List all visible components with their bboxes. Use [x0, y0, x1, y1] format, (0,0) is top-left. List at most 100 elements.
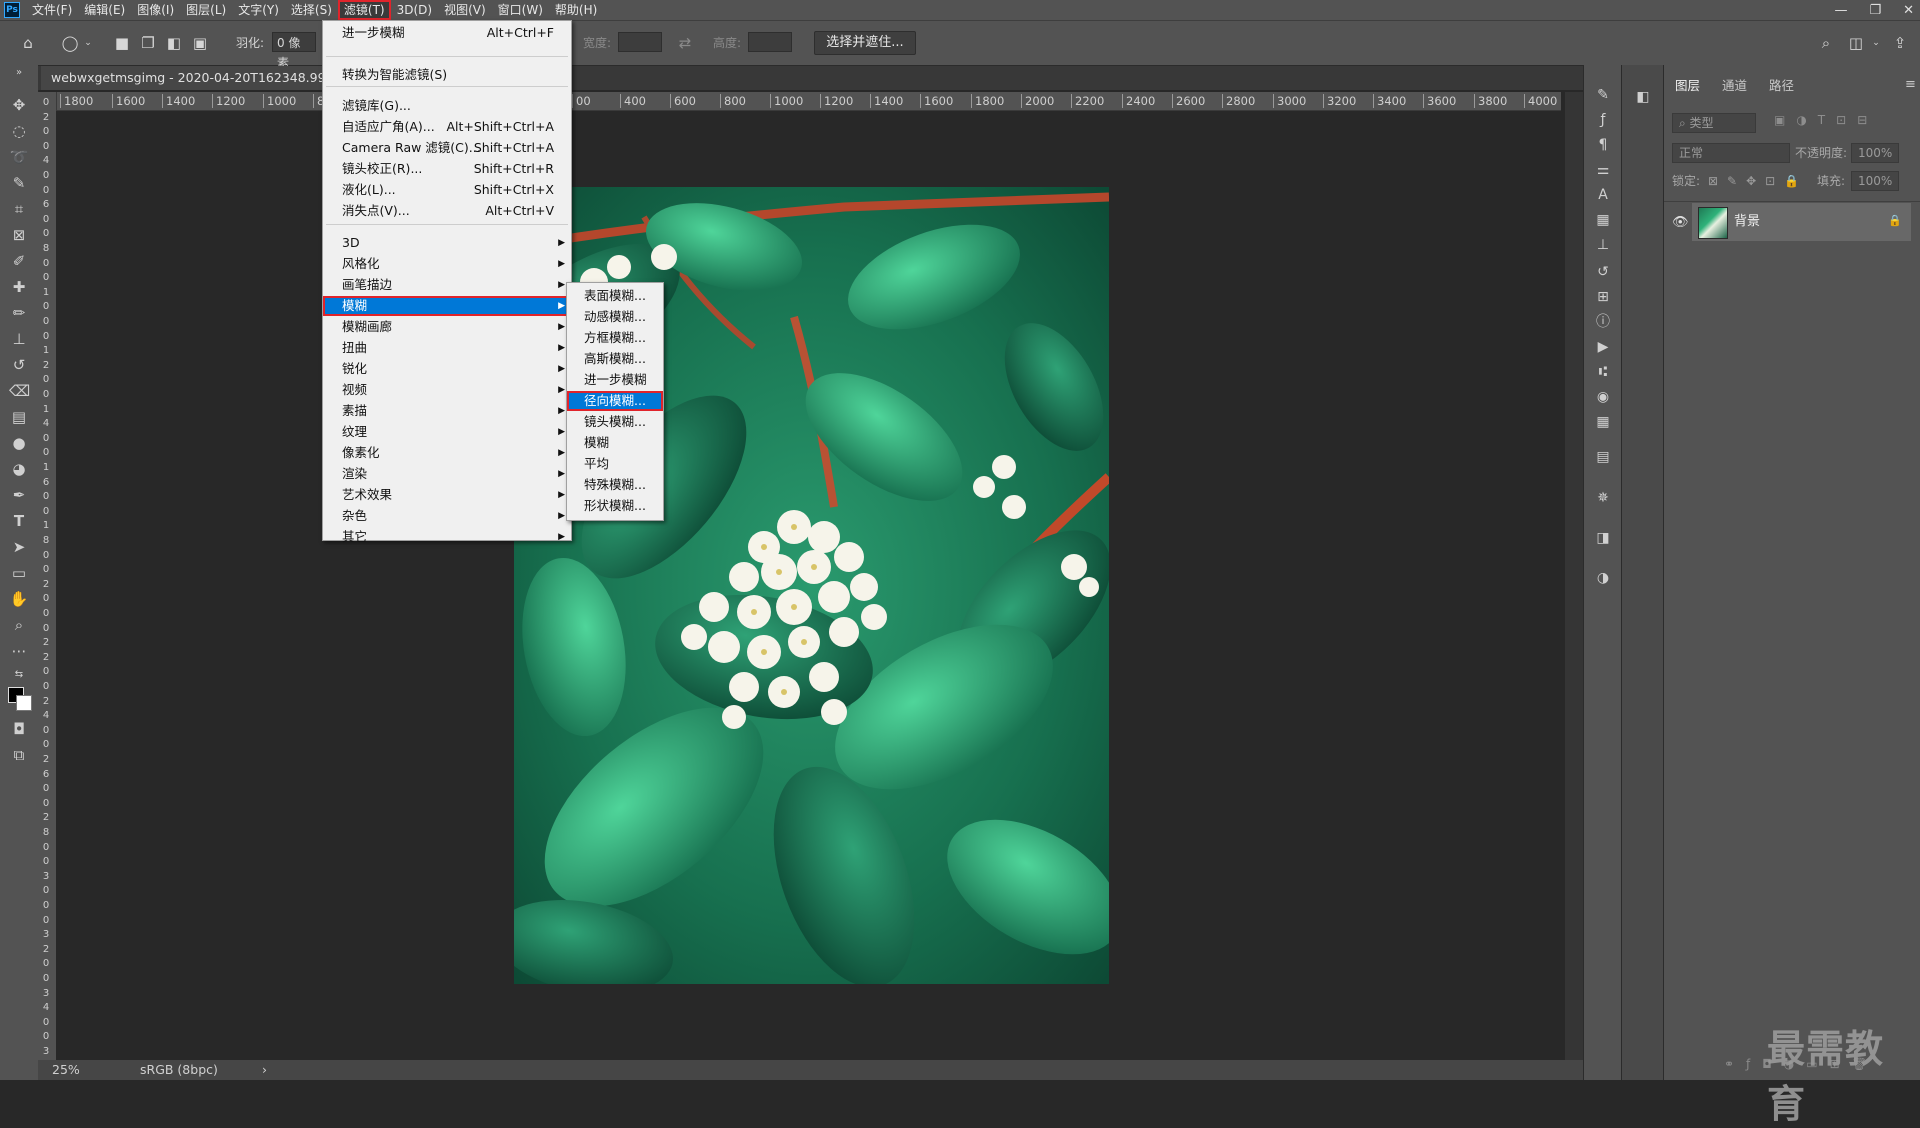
subtract-selection-icon[interactable]: ◧	[164, 33, 184, 53]
blend-mode-select[interactable]: 正常	[1672, 143, 1790, 163]
menu-layer[interactable]: 图层(L)	[180, 0, 232, 20]
status-arrow-icon[interactable]: ›	[262, 1060, 267, 1080]
eye-icon[interactable]: 👁	[1672, 215, 1689, 230]
filter-menu-item[interactable]: 像素化 ▶	[323, 443, 571, 463]
restore-button[interactable]: ❐	[1869, 3, 1881, 18]
vertical-scrollbar[interactable]	[1565, 92, 1583, 1060]
filter-menu-item[interactable]: 扭曲 ▶	[323, 338, 571, 358]
opacity-input[interactable]: 100%	[1851, 143, 1899, 163]
actions-play-icon[interactable]: ▶	[1593, 337, 1613, 357]
hand-tool-icon[interactable]: ✋	[9, 589, 29, 609]
lasso-tool-icon[interactable]: ➰	[9, 147, 29, 167]
layer-filter-icons[interactable]: ▣◑T⊡⊟	[1774, 113, 1878, 127]
tab-channels[interactable]: 通道	[1711, 75, 1758, 97]
blur-submenu-item[interactable]: 径向模糊...	[567, 391, 663, 411]
menu-filter[interactable]: 滤镜(T)	[337, 0, 391, 20]
menu-edit[interactable]: 编辑(E)	[78, 0, 131, 20]
layer-row-background[interactable]: 背景 🔒	[1692, 203, 1911, 241]
quick-mask-icon[interactable]: ◘	[9, 719, 29, 739]
comp-icon[interactable]: ◨	[1593, 528, 1613, 548]
history-brush-icon[interactable]: ↺	[9, 355, 29, 375]
menu-help[interactable]: 帮助(H)	[549, 0, 603, 20]
blur-submenu-item[interactable]: 高斯模糊...	[567, 349, 663, 369]
magic-wand-icon[interactable]: ✎	[9, 173, 29, 193]
menu-image[interactable]: 图像(I)	[131, 0, 180, 20]
3d-icon[interactable]: ◉	[1593, 387, 1613, 407]
document-tab[interactable]: webwxgetmsgimg - 2020-04-20T162348.992.j…	[41, 66, 323, 90]
crop-tool-icon[interactable]: ⌗	[9, 199, 29, 219]
lock-icons[interactable]: ⊠✎✥⊡🔒	[1708, 171, 1808, 191]
eraser-icon[interactable]: ⌫	[9, 381, 30, 401]
select-and-mask-button[interactable]: 选择并遮住...	[814, 31, 916, 55]
rectangle-tool-icon[interactable]: ▭	[9, 563, 29, 583]
tab-paths[interactable]: 路径	[1758, 75, 1805, 97]
type-tool-icon[interactable]: T	[9, 511, 29, 531]
swap-colors-icon[interactable]: ⇆	[9, 665, 29, 685]
filter-menu-item[interactable]: Camera Raw 滤镜(C)... Shift+Ctrl+A	[323, 138, 571, 158]
more-tools-icon[interactable]: ⋯	[9, 641, 29, 661]
height-input[interactable]	[748, 32, 792, 52]
zoom-tool-icon[interactable]: ⌕	[9, 615, 29, 635]
blur-submenu-item[interactable]: 方框模糊...	[567, 328, 663, 348]
search-icon[interactable]: ⌕	[1816, 33, 1836, 53]
feather-input[interactable]: 0 像素	[272, 32, 316, 70]
swap-icon[interactable]: ⇄	[675, 33, 695, 53]
menu-3d[interactable]: 3D(D)	[391, 0, 438, 20]
filter-menu-item[interactable]: 镜头校正(R)... Shift+Ctrl+R	[323, 159, 571, 179]
navigator-icon[interactable]: ⊞	[1593, 287, 1613, 307]
blur-submenu-item[interactable]: 进一步模糊	[567, 370, 663, 390]
filter-menu-item[interactable]: 3D ▶	[323, 233, 571, 253]
blur-submenu-item[interactable]: 平均	[567, 454, 663, 474]
path-selection-icon[interactable]: ➤	[9, 537, 29, 557]
filter-kind-select[interactable]: ⌕ 类型	[1672, 113, 1756, 133]
width-input[interactable]	[618, 32, 662, 52]
menu-view[interactable]: 视图(V)	[438, 0, 492, 20]
minimize-button[interactable]: —	[1834, 3, 1847, 18]
background-color-swatch[interactable]	[16, 695, 32, 711]
filter-menu-item[interactable]: 杂色 ▶	[323, 506, 571, 526]
lasso-tool-preset-icon[interactable]: ◯	[60, 33, 80, 53]
filter-menu-item[interactable]: 模糊 ▶	[323, 296, 571, 316]
screen-mode-icon[interactable]: ⧉	[9, 745, 29, 765]
filter-menu-item[interactable]: 进一步模糊 Alt+Ctrl+F	[323, 23, 571, 43]
menu-type[interactable]: 文字(Y)	[232, 0, 285, 20]
info-icon[interactable]: ⓘ	[1593, 312, 1613, 332]
filter-menu-item[interactable]: 艺术效果 ▶	[323, 485, 571, 505]
history-icon[interactable]: ↺	[1593, 262, 1613, 282]
filter-menu-item[interactable]: 渲染 ▶	[323, 464, 571, 484]
move-tool-icon[interactable]: ✥	[9, 95, 29, 115]
add-selection-icon[interactable]: ❐	[138, 33, 158, 53]
fx-styles-icon[interactable]: ƒ	[1593, 110, 1613, 130]
filter-menu-item[interactable]: 画笔描边 ▶	[323, 275, 571, 295]
home-icon[interactable]: ⌂	[18, 33, 38, 53]
blur-submenu-item[interactable]: 模糊	[567, 433, 663, 453]
character-icon[interactable]: A	[1593, 185, 1613, 205]
lock-icon[interactable]: 🔒	[1888, 214, 1902, 227]
healing-brush-icon[interactable]: ✚	[9, 277, 29, 297]
color-wheel-icon[interactable]: ◑	[1593, 568, 1613, 588]
marquee-tool-icon[interactable]: ◌	[9, 121, 29, 141]
close-button[interactable]: ✕	[1903, 3, 1914, 18]
blur-submenu-item[interactable]: 动感模糊...	[567, 307, 663, 327]
chevron-down-icon[interactable]: ⌄	[78, 33, 98, 53]
paragraph-icon[interactable]: ¶	[1593, 135, 1613, 155]
share-icon[interactable]: ⇪	[1890, 33, 1910, 53]
adjustments-icon[interactable]: ⚌	[1593, 160, 1613, 180]
workspace-chevron-icon[interactable]: ⌄	[1866, 33, 1886, 53]
blur-submenu-item[interactable]: 表面模糊...	[567, 286, 663, 306]
gradient-tool-icon[interactable]: ▤	[9, 407, 29, 427]
menu-window[interactable]: 窗口(W)	[492, 0, 549, 20]
libraries-icon[interactable]: ▦	[1593, 210, 1613, 230]
timeline-icon[interactable]: ⑆	[1593, 362, 1613, 382]
dodge-tool-icon[interactable]: ◕	[9, 459, 29, 479]
clone-stamp-icon[interactable]: ⊥	[9, 329, 29, 349]
menu-file[interactable]: 文件(F)	[26, 0, 78, 20]
new-selection-icon[interactable]: ■	[112, 33, 132, 53]
filter-menu-item[interactable]: 风格化 ▶	[323, 254, 571, 274]
workspace-icon[interactable]: ◫	[1846, 33, 1866, 53]
collapse-toolbar-icon[interactable]: »	[9, 67, 29, 79]
pen-tool-icon[interactable]: ✒	[9, 485, 29, 505]
menu-select[interactable]: 选择(S)	[285, 0, 338, 20]
glyphs-icon[interactable]: ✵	[1593, 488, 1613, 508]
blur-tool-icon[interactable]: ●	[9, 433, 29, 453]
